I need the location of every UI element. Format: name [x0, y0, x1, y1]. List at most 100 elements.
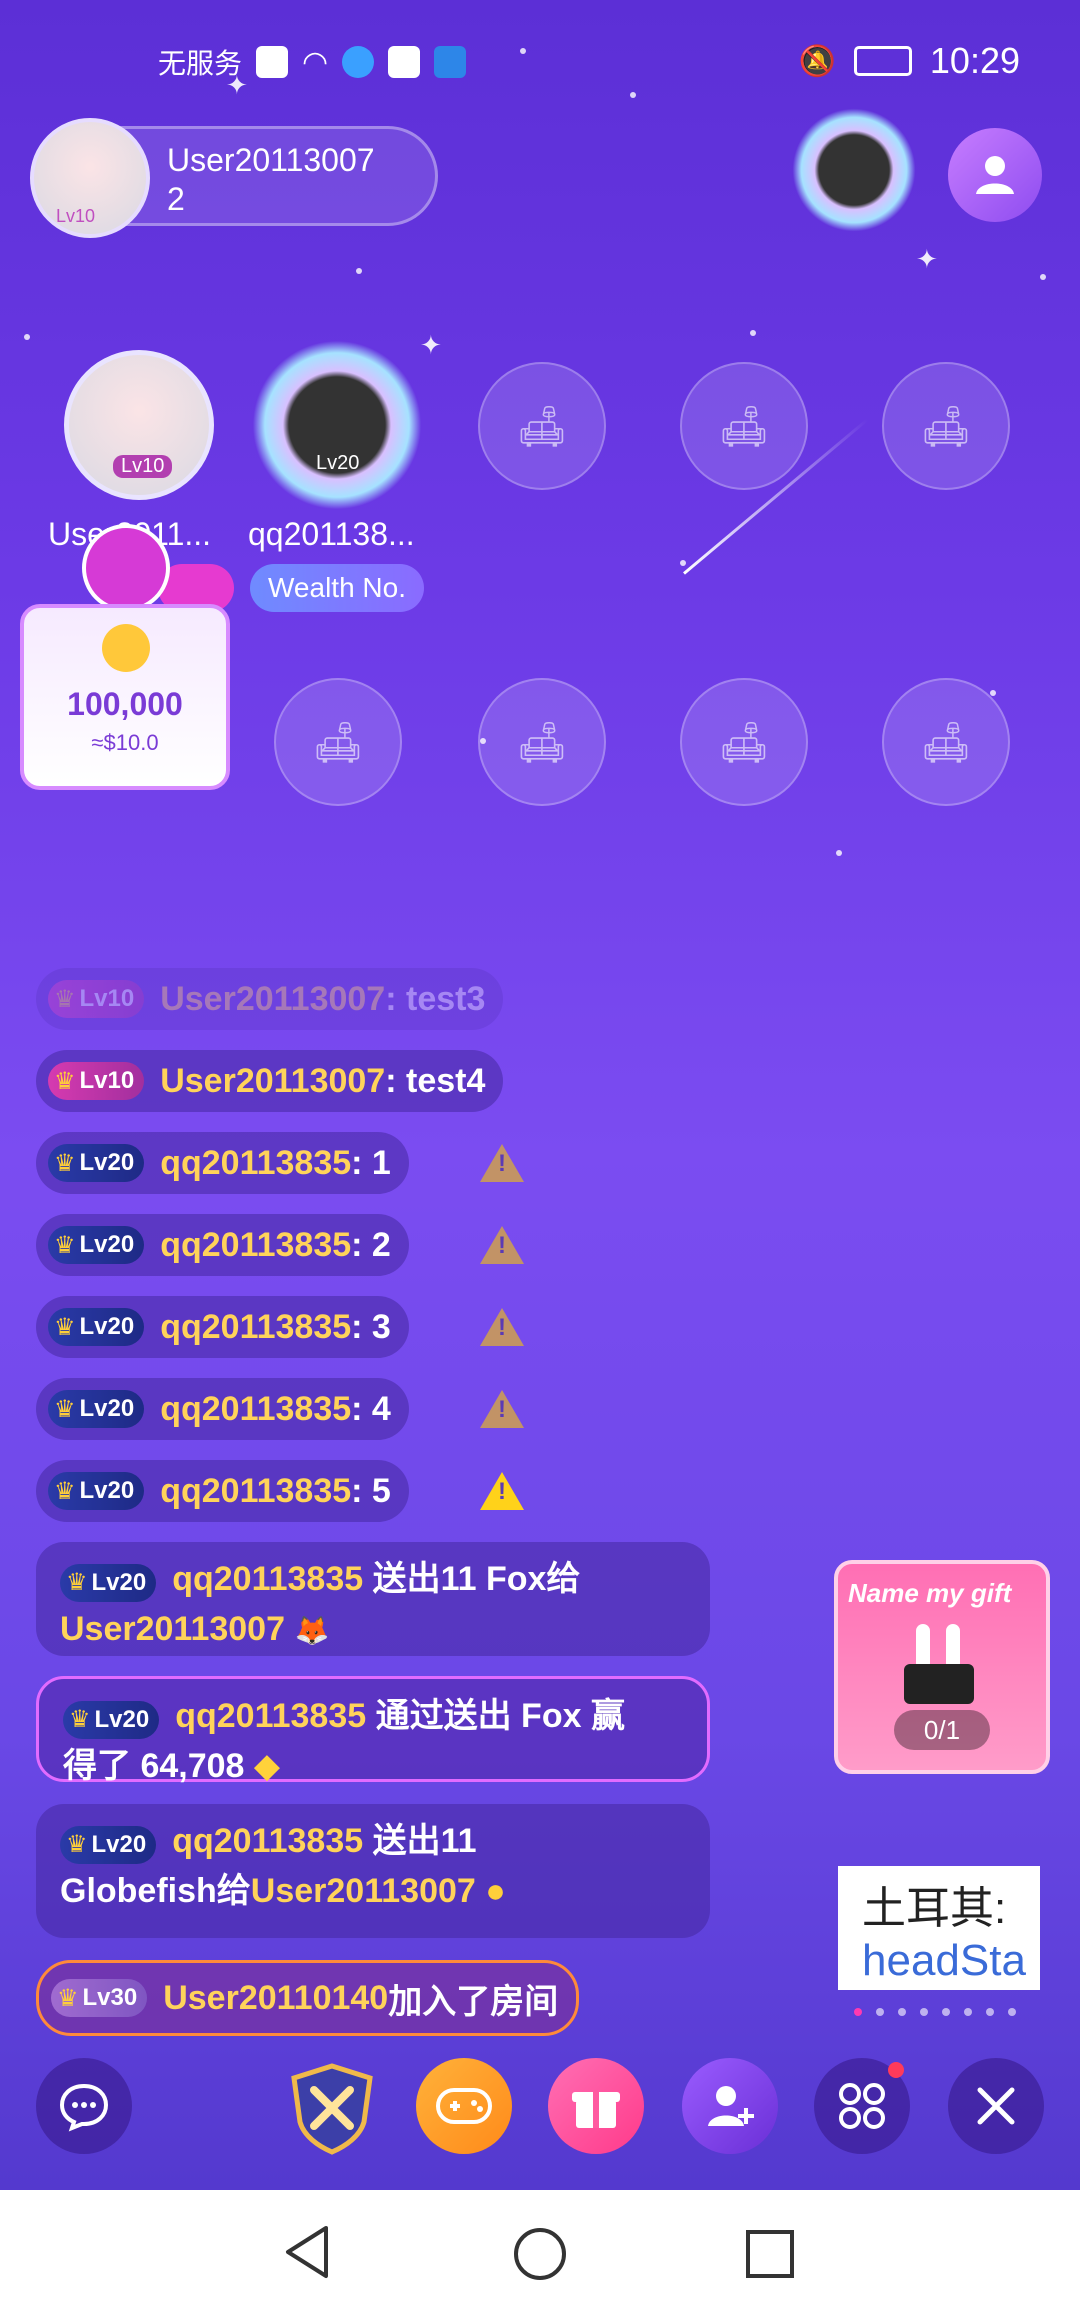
level-badge: ♛ Lv20 [60, 1564, 157, 1602]
star-decoration [750, 330, 756, 336]
sim-icon [256, 46, 289, 78]
chat-username[interactable]: qq20113835 [160, 1144, 351, 1183]
more-button[interactable] [814, 2058, 910, 2154]
home-icon[interactable] [512, 2226, 568, 2282]
chat-username[interactable]: User20113007 [160, 1062, 385, 1101]
warning-icon[interactable] [480, 1472, 524, 1510]
star-decoration [356, 268, 362, 274]
gift-receiver[interactable]: User20113007 [60, 1610, 285, 1648]
empty-seat[interactable]: 🛋 [478, 362, 606, 490]
level-badge: ♛ Lv10 [48, 1062, 145, 1100]
chat-username[interactable]: User20113007 [160, 980, 385, 1019]
chat-message[interactable]: ♛ Lv20 qq20113835 : 4 [36, 1378, 409, 1440]
chat-message[interactable]: ♛ Lv20 qq20113835 : 2 [36, 1214, 409, 1276]
battle-button[interactable] [282, 2058, 382, 2158]
chat-text: : 4 [351, 1389, 391, 1428]
close-button[interactable] [948, 2058, 1044, 2154]
chat-message[interactable]: ♛ Lv10 User20113007 : test4 [36, 1050, 504, 1112]
empty-seat[interactable]: 🛋 [680, 362, 808, 490]
coin-icon [102, 624, 150, 672]
chat-text: : test3 [385, 979, 486, 1018]
sparkle-decoration: ✦ [420, 330, 442, 360]
crown-icon: ♛ [54, 1313, 76, 1341]
crown-icon: ♛ [54, 1477, 76, 1505]
seat-avatar-2[interactable]: Lv20 [252, 340, 422, 510]
gift-text: 送出11 [363, 1822, 477, 1860]
notification-dot [888, 2062, 904, 2078]
members-button[interactable] [948, 128, 1042, 222]
back-icon[interactable] [282, 2224, 332, 2280]
recents-icon[interactable] [744, 2228, 796, 2280]
chat-message[interactable]: ♛ Lv10 User20113007 : test3 [36, 968, 504, 1030]
empty-seat[interactable]: 🛋 [478, 678, 606, 806]
room-owner-avatar[interactable] [792, 108, 916, 232]
seat-level-badge: Lv10 [113, 455, 173, 478]
level-badge: ♛ Lv20 [48, 1308, 145, 1346]
gift-name: Globefish给 [60, 1872, 251, 1910]
chat-button[interactable] [36, 2058, 132, 2154]
gift-message[interactable]: ♛ Lv20 qq20113835 送出11 Globefish给User20113… [36, 1804, 710, 1938]
star-decoration [990, 690, 996, 696]
carousel-dots [854, 2008, 1016, 2016]
star-decoration [1040, 274, 1046, 280]
carousel-dot [986, 2008, 994, 2016]
game-button[interactable] [416, 2058, 512, 2154]
sofa-icon: 🛋 [312, 720, 364, 765]
close-icon [977, 2087, 1015, 2125]
level-badge: ♛ Lv30 [51, 1979, 148, 2017]
carrier-text: 无服务 [158, 48, 243, 79]
name-gift-title: Name my gift [848, 1578, 1012, 1608]
bean-mascot-icon [82, 524, 170, 612]
gift-button[interactable] [548, 2058, 644, 2154]
empty-seat[interactable]: 🛋 [882, 678, 1010, 806]
empty-seat[interactable]: 🛋 [680, 678, 808, 806]
online-count: 2 [167, 181, 185, 217]
empty-seat[interactable]: 🛋 [882, 362, 1010, 490]
chat-username[interactable]: qq20113835 [160, 1390, 351, 1429]
chat-message[interactable]: ♛ Lv20 qq20113835 : 3 [36, 1296, 409, 1358]
chat-username[interactable]: qq20113835 [160, 1226, 351, 1265]
system-nav-bar [0, 2190, 1080, 2310]
chat-username[interactable]: qq20113835 [160, 1308, 351, 1347]
chat-username[interactable]: qq20113835 [160, 1472, 351, 1511]
host-name: User20113007 [167, 142, 375, 178]
bean-reward-card[interactable]: 100,000 ≈$10.0 [20, 604, 230, 790]
crown-icon: ♛ [69, 1706, 91, 1733]
warning-icon[interactable] [480, 1226, 524, 1264]
sofa-icon: 🛋 [718, 720, 770, 765]
warning-icon[interactable] [480, 1308, 524, 1346]
chat-message[interactable]: ♛ Lv20 qq20113835 : 1 [36, 1132, 409, 1194]
clock-time: 10:29 [929, 40, 1020, 81]
chat-message[interactable]: ♛ Lv20 qq20113835 : 5 [36, 1460, 409, 1522]
level-badge: ♛ Lv20 [48, 1144, 145, 1182]
warning-icon[interactable] [480, 1390, 524, 1428]
invite-button[interactable] [682, 2058, 778, 2154]
gift-sender[interactable]: qq20113835 [172, 1560, 363, 1598]
sofa-icon: 🛋 [718, 404, 770, 449]
seat-avatar-1[interactable]: Lv10 [64, 350, 214, 500]
empty-seat[interactable]: 🛋 [274, 678, 402, 806]
level-badge: ♛ Lv20 [63, 1701, 160, 1739]
name-my-gift-banner[interactable]: Name my gift 0/1 [834, 1560, 1050, 1774]
warning-icon[interactable] [480, 1144, 524, 1182]
host-avatar[interactable]: Lv10 [30, 118, 150, 238]
gift-text: 送出11 Fox给 [363, 1560, 581, 1598]
gift-sender[interactable]: qq20113835 [172, 1822, 363, 1860]
bean-value: 100,000 [67, 686, 183, 722]
news-ticker[interactable]: 土耳其: headSta [838, 1866, 1040, 1990]
sofa-icon: 🛋 [920, 720, 972, 765]
join-username[interactable]: User20110140 [163, 1979, 388, 2018]
carousel-dot [964, 2008, 972, 2016]
mute-bell-icon: 🔕 [798, 44, 836, 78]
win-message[interactable]: ♛ Lv20 qq20113835 通过送出 Fox 赢 得了 64,708 ◆ [36, 1676, 710, 1785]
carousel-dot-active [854, 2008, 862, 2016]
win-user[interactable]: qq20113835 [175, 1697, 366, 1735]
gift-message[interactable]: ♛ Lv20 qq20113835 送出11 Fox给 User20113007 🦊 [36, 1542, 710, 1656]
gift-receiver[interactable]: User20113007 [251, 1872, 476, 1910]
crown-icon: ♛ [54, 985, 76, 1013]
chat-text: : 2 [351, 1225, 391, 1264]
add-user-icon [708, 2086, 754, 2126]
carousel-dot [920, 2008, 928, 2016]
crown-icon: ♛ [54, 1067, 76, 1095]
join-message[interactable]: ♛ Lv30 User20110140 加入了房间 [36, 1960, 580, 2036]
